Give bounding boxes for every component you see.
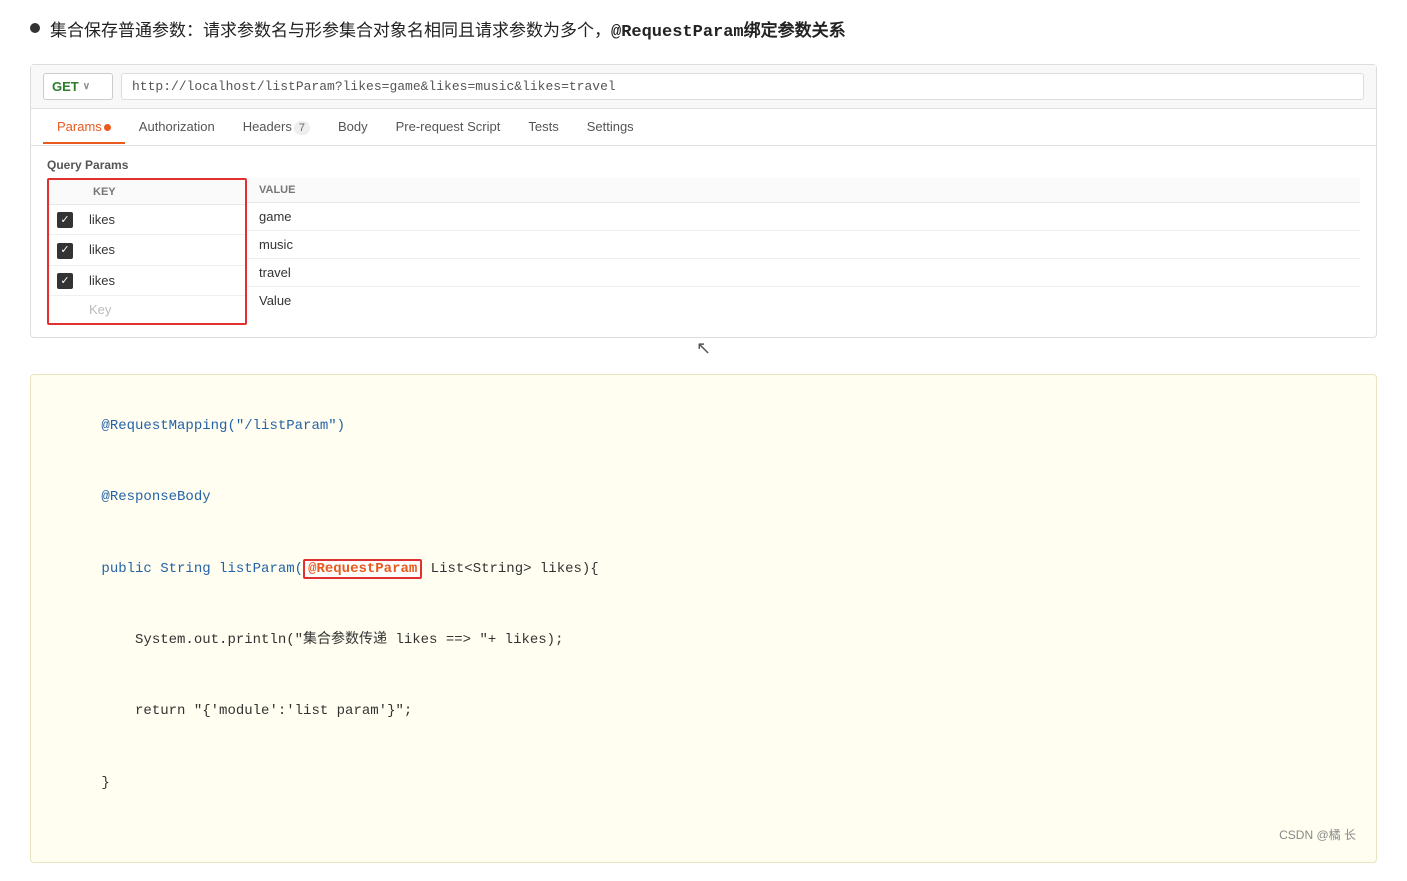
tab-headers[interactable]: Headers7: [229, 109, 324, 145]
value-row-2[interactable]: music: [247, 231, 1360, 259]
checkbox-1[interactable]: [57, 212, 73, 228]
value-row-3[interactable]: travel: [247, 259, 1360, 287]
value-rows: game music travel Value: [247, 203, 1360, 314]
url-input[interactable]: [121, 73, 1364, 100]
query-params-section: Query Params KEY: [31, 146, 1376, 338]
tab-tests[interactable]: Tests: [514, 109, 572, 144]
value-column-header: VALUE: [247, 178, 1360, 203]
mouse-cursor-icon: ↖: [696, 338, 711, 359]
bullet-dot: [30, 23, 40, 33]
code-line-1: @RequestMapping("/listParam"): [51, 391, 1356, 462]
table-row-placeholder: Key: [49, 296, 245, 324]
table-row: likes: [49, 235, 245, 266]
cursor-area: ↖: [30, 338, 1377, 358]
table-row: likes: [49, 204, 245, 235]
method-select[interactable]: GET ∨: [43, 73, 113, 100]
params-key-box: KEY likes likes: [47, 178, 247, 326]
code-line-3: public String listParam(@RequestParam Li…: [51, 534, 1356, 605]
code-line-6: }: [51, 748, 1356, 819]
headers-badge: 7: [294, 121, 310, 135]
request-param-highlight: @RequestParam: [303, 559, 422, 579]
code-line-4: System.out.println("集合参数传递 likes ==> "+ …: [51, 605, 1356, 676]
value-row-1[interactable]: game: [247, 203, 1360, 231]
tab-settings[interactable]: Settings: [573, 109, 648, 144]
code-line-5: return "{'module':'list param'}";: [51, 677, 1356, 748]
bullet-section: 集合保存普通参数：请求参数名与形参集合对象名相同且请求参数为多个，@Reques…: [30, 18, 1377, 46]
code-section: @RequestMapping("/listParam") @ResponseB…: [30, 374, 1377, 863]
tab-params[interactable]: Params: [43, 109, 125, 144]
url-bar: GET ∨: [31, 65, 1376, 109]
tab-prerequest[interactable]: Pre-request Script: [382, 109, 515, 144]
tabs-bar: Params Authorization Headers7 Body Pre-r…: [31, 109, 1376, 146]
value-row-placeholder[interactable]: Value: [247, 287, 1360, 314]
method-label: GET: [52, 79, 79, 94]
tab-authorization[interactable]: Authorization: [125, 109, 229, 144]
method-chevron: ∨: [83, 81, 90, 92]
postman-panel: GET ∨ Params Authorization Headers7 Body…: [30, 64, 1377, 339]
checkbox-2[interactable]: [57, 243, 73, 259]
tab-body[interactable]: Body: [324, 109, 382, 144]
checkbox-3[interactable]: [57, 273, 73, 289]
params-value-area: VALUE game music travel Value: [247, 178, 1360, 314]
code-line-2: @ResponseBody: [51, 462, 1356, 533]
key-placeholder[interactable]: Key: [81, 296, 245, 324]
key-cell-3[interactable]: likes: [81, 265, 245, 296]
bullet-text: 集合保存普通参数：请求参数名与形参集合对象名相同且请求参数为多个，@Reques…: [50, 18, 846, 46]
code-annotation: CSDN @橘 长: [51, 825, 1356, 845]
params-key-table: KEY likes likes: [49, 180, 245, 324]
key-column-header: KEY: [81, 180, 245, 205]
table-row: likes: [49, 265, 245, 296]
key-cell-2[interactable]: likes: [81, 235, 245, 266]
query-params-label: Query Params: [47, 158, 1360, 172]
key-cell-1[interactable]: likes: [81, 204, 245, 235]
params-dot: [104, 124, 111, 131]
